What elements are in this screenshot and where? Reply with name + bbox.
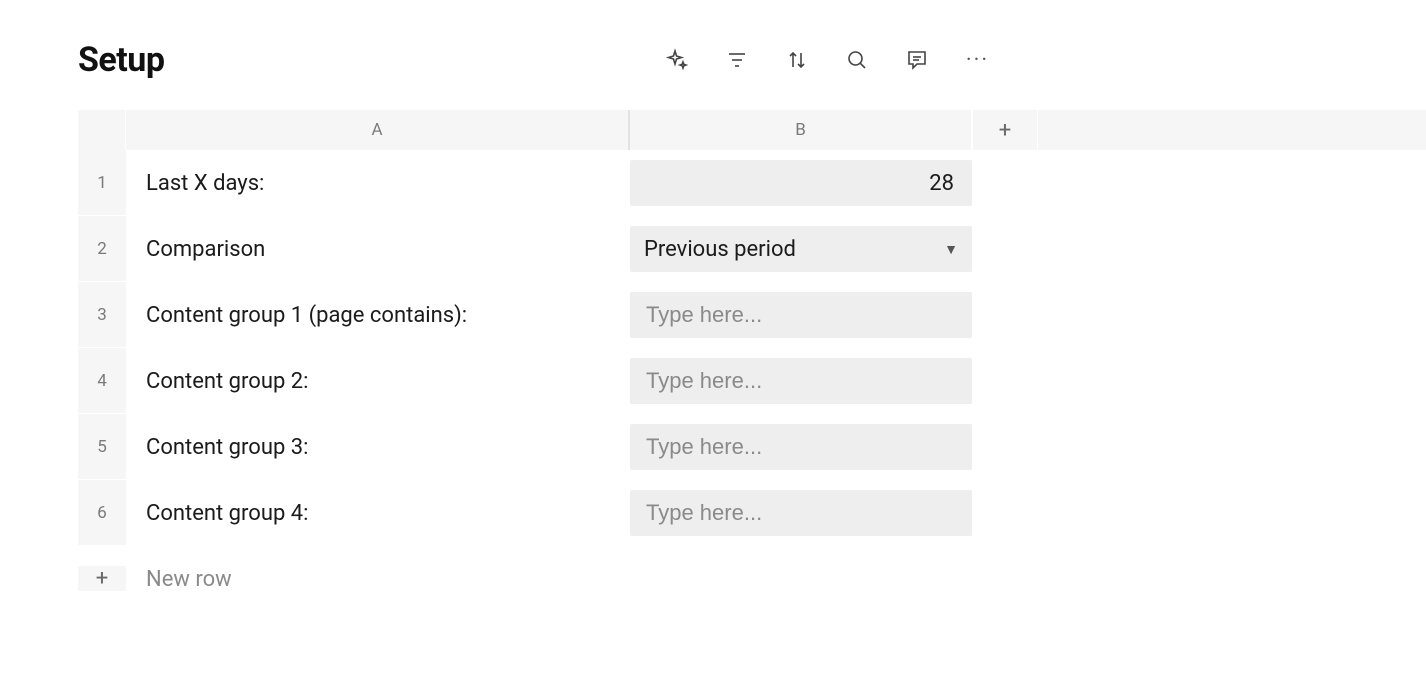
last-x-days-value[interactable]: 28 <box>630 160 972 206</box>
row-number[interactable]: 6 <box>78 480 126 546</box>
chevron-down-icon: ▼ <box>944 241 958 258</box>
page-title: Setup <box>78 40 164 80</box>
filter-icon[interactable] <box>724 47 750 73</box>
row-label[interactable]: Content group 2: <box>126 348 630 414</box>
row-label[interactable]: Content group 4: <box>126 480 630 546</box>
row-value: Previous period ▼ <box>630 216 972 282</box>
toolbar: ··· <box>664 47 990 73</box>
search-icon[interactable] <box>844 47 870 73</box>
row-value <box>630 282 972 348</box>
row-label[interactable]: Content group 3: <box>126 414 630 480</box>
column-header-b[interactable]: B <box>630 110 972 150</box>
setup-grid: A B + 1 Last X days: 28 2 Comparison Pre… <box>78 110 1426 612</box>
grid-row: 4 Content group 2: <box>78 348 1426 414</box>
content-group-2-input[interactable] <box>644 367 958 395</box>
grid-row: 6 Content group 4: <box>78 480 1426 546</box>
content-group-4-input[interactable] <box>644 499 958 527</box>
row-number[interactable]: 2 <box>78 216 126 282</box>
row-value: 28 <box>630 150 972 216</box>
sparkle-icon[interactable] <box>664 47 690 73</box>
sort-icon[interactable] <box>784 47 810 73</box>
grid-row: 1 Last X days: 28 <box>78 150 1426 216</box>
row-number[interactable]: 3 <box>78 282 126 348</box>
row-value <box>630 480 972 546</box>
row-number[interactable]: 4 <box>78 348 126 414</box>
add-column-button[interactable]: + <box>972 110 1038 150</box>
grid-header: A B + <box>78 110 1426 150</box>
new-row-label: New row <box>126 567 232 592</box>
plus-icon: + <box>78 566 126 592</box>
row-value <box>630 414 972 480</box>
grid-row: 2 Comparison Previous period ▼ <box>78 216 1426 282</box>
more-icon[interactable]: ··· <box>964 47 990 73</box>
row-number[interactable]: 5 <box>78 414 126 480</box>
row-label[interactable]: Last X days: <box>126 150 630 216</box>
comment-icon[interactable] <box>904 47 930 73</box>
row-number[interactable]: 1 <box>78 150 126 216</box>
content-group-3-input[interactable] <box>644 433 958 461</box>
content-group-1-input[interactable] <box>644 301 958 329</box>
grid-row: 3 Content group 1 (page contains): <box>78 282 1426 348</box>
new-row-button[interactable]: + New row <box>78 546 1426 612</box>
corner-cell[interactable] <box>78 110 126 150</box>
row-value <box>630 348 972 414</box>
column-header-a[interactable]: A <box>126 110 630 150</box>
comparison-select[interactable]: Previous period ▼ <box>630 226 972 272</box>
row-label[interactable]: Comparison <box>126 216 630 282</box>
comparison-select-value: Previous period <box>644 237 796 262</box>
grid-row: 5 Content group 3: <box>78 414 1426 480</box>
row-label[interactable]: Content group 1 (page contains): <box>126 282 630 348</box>
